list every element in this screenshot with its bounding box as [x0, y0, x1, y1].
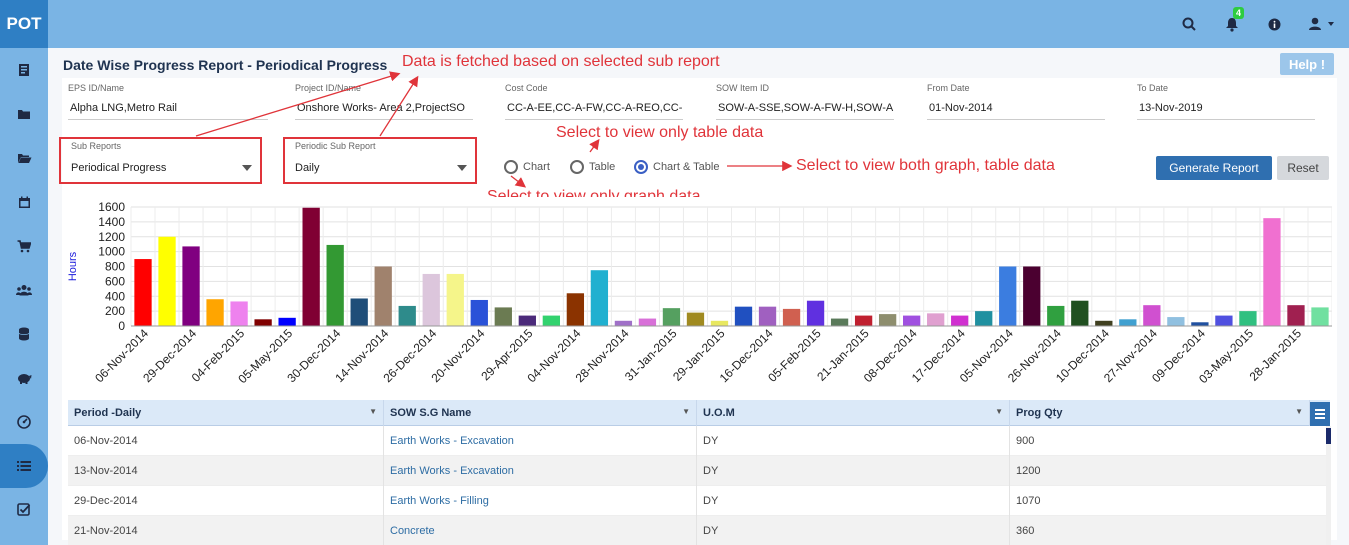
chevron-down-icon[interactable]: ▼ [369, 407, 377, 416]
chart-bar[interactable] [710, 320, 729, 326]
chart-bar[interactable] [878, 314, 897, 326]
chart-bar[interactable] [903, 315, 921, 326]
chart-bar[interactable] [782, 308, 801, 326]
chart-bar[interactable] [1023, 266, 1041, 327]
chart-bar[interactable] [566, 293, 585, 326]
table-scrollbar-thumb[interactable] [1326, 428, 1331, 444]
y-tick-label: 1400 [98, 215, 125, 229]
chart-bar[interactable] [590, 270, 609, 326]
chart-bar[interactable] [254, 319, 272, 326]
y-tick-label: 600 [105, 274, 125, 288]
table-row[interactable]: 29-Dec-2014 Earth Works - Filling DY 107… [68, 486, 1326, 516]
column-header-period[interactable]: Period -Daily ▼ [68, 400, 384, 426]
y-tick-label: 0 [118, 319, 125, 333]
table-cell: DY [697, 426, 1010, 456]
chart-bar[interactable] [518, 315, 536, 326]
chart-bar[interactable] [999, 266, 1017, 327]
chart-bar[interactable] [542, 315, 560, 326]
chart-bar[interactable] [134, 259, 152, 326]
table-cell: Earth Works - Filling [384, 486, 697, 516]
chart-bar[interactable] [278, 317, 296, 326]
chart-bar[interactable] [182, 246, 200, 326]
chart-bar[interactable] [1047, 305, 1065, 326]
y-tick-label: 200 [105, 304, 125, 318]
chart-bar[interactable] [1191, 322, 1209, 326]
table-cell: 360 [1016, 525, 1035, 537]
chart-bar[interactable] [1119, 319, 1137, 326]
chart-bar[interactable] [1263, 218, 1281, 326]
chart-bar[interactable] [446, 273, 464, 326]
chart-bar[interactable] [975, 311, 993, 326]
y-tick-label: 800 [105, 260, 125, 274]
chart-bar[interactable] [951, 315, 969, 326]
chart-bar[interactable] [830, 318, 849, 326]
y-axis-label: Hours [67, 251, 79, 281]
table-cell: Earth Works - Excavation [384, 456, 697, 486]
chart-bar[interactable] [1071, 300, 1089, 326]
y-tick-label: 1200 [98, 230, 125, 244]
chart-bar[interactable] [1095, 320, 1113, 326]
chart-bar[interactable] [1239, 311, 1257, 326]
chart-bar[interactable] [494, 307, 512, 326]
chart-bar[interactable] [398, 305, 416, 326]
chart-bar[interactable] [927, 313, 945, 326]
chart-bar[interactable] [638, 318, 657, 326]
chart-bar[interactable] [614, 320, 633, 326]
table-cell: 900 [1016, 435, 1035, 447]
chevron-down-icon[interactable]: ▼ [1295, 407, 1303, 416]
chart-bar[interactable] [230, 301, 248, 326]
annotation-table-only: Select to view only table data [556, 124, 764, 141]
y-tick-label: 400 [105, 289, 125, 303]
chart-bar[interactable] [662, 308, 681, 326]
chart-bar[interactable] [326, 244, 344, 326]
table-cell: Concrete [384, 516, 697, 545]
annotation-both: Select to view both graph, table data [796, 157, 1055, 174]
chart-bar[interactable] [1167, 317, 1185, 326]
annotation-data-fetched: Data is fetched based on selected sub re… [402, 53, 720, 70]
column-header-sow[interactable]: SOW S.G Name ▼ [384, 400, 697, 426]
table-row[interactable]: 21-Nov-2014 Concrete DY 360 [68, 516, 1326, 545]
chart-bar[interactable] [374, 266, 392, 327]
column-header-label: Period -Daily [74, 407, 142, 419]
chart-bar[interactable] [302, 207, 320, 326]
table-cell: 1070 [1016, 495, 1041, 507]
column-header-label: SOW S.G Name [390, 407, 472, 419]
chevron-down-icon[interactable]: ▼ [995, 407, 1003, 416]
table-cell: 21-Nov-2014 [68, 516, 384, 545]
table-row[interactable]: 06-Nov-2014 Earth Works - Excavation DY … [68, 426, 1326, 456]
y-tick-label: 1000 [98, 245, 125, 259]
table-cell: DY [697, 486, 1010, 516]
chart-bar[interactable] [734, 306, 753, 326]
chart-bar[interactable] [1287, 305, 1305, 326]
table-cell: 13-Nov-2014 [68, 456, 384, 486]
chart-bar[interactable] [422, 273, 440, 326]
table-row[interactable]: 13-Nov-2014 Earth Works - Excavation DY … [68, 456, 1326, 486]
column-header-uom[interactable]: U.O.M ▼ [697, 400, 1010, 426]
column-header-label: U.O.M [703, 407, 735, 419]
chart-bar[interactable] [758, 306, 777, 326]
table-cell: 29-Dec-2014 [68, 486, 384, 516]
chevron-down-icon[interactable]: ▼ [682, 407, 690, 416]
y-tick-label: 1600 [98, 200, 125, 214]
table-cell: DY [697, 516, 1010, 545]
table-cell: DY [697, 456, 1010, 486]
table-cell: Earth Works - Excavation [384, 426, 697, 456]
table-cell: 06-Nov-2014 [68, 426, 384, 456]
chart-bar[interactable] [206, 299, 224, 326]
chart-bar[interactable] [158, 236, 176, 326]
chart-bar[interactable] [470, 299, 488, 326]
chart-bar[interactable] [854, 315, 873, 326]
chart-bar[interactable] [806, 300, 825, 326]
chart-bar[interactable] [1215, 315, 1233, 326]
chart-bar[interactable] [686, 312, 705, 326]
table-header: Period -Daily ▼ SOW S.G Name ▼ U.O.M ▼ Prog… [68, 400, 1330, 426]
chart-bar[interactable] [1143, 305, 1161, 326]
chart-bar[interactable] [350, 298, 368, 326]
progress-bar-chart: 02004006008001000120014001600Hours06-Nov… [66, 197, 1332, 395]
column-header-label: Prog Qty [1016, 407, 1063, 419]
column-header-prog-qty[interactable]: Prog Qty ▼ [1010, 400, 1310, 426]
chart-bar[interactable] [1311, 307, 1329, 326]
table-cell: 1200 [1016, 465, 1041, 477]
table-menu-icon[interactable] [1310, 402, 1330, 426]
